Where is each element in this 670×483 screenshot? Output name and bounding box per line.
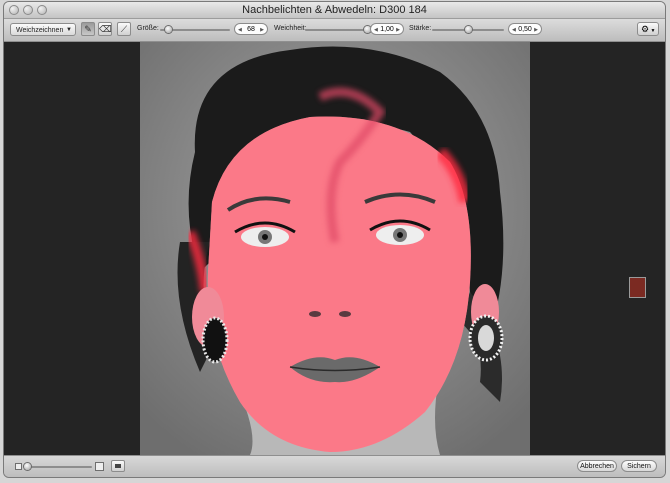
eraser-tool-button[interactable]: ⌫ — [98, 22, 112, 36]
feather-tool-button[interactable]: ⟋ — [117, 22, 131, 36]
softness-slider[interactable] — [305, 26, 371, 33]
bottom-bar: Abbrechen Sichern — [4, 455, 665, 477]
window-title: Nachbelichten & Abwedeln: D300 184 — [242, 4, 427, 16]
zoom-out-icon[interactable] — [15, 463, 22, 470]
navigator-marker[interactable] — [629, 277, 646, 298]
title-bar: Nachbelichten & Abwedeln: D300 184 — [4, 2, 665, 19]
brush-mode-value: Weichzeichnen — [16, 27, 64, 34]
brush-tool-icon: ✎ — [84, 24, 92, 34]
eraser-tool-icon: ⌫ — [99, 24, 112, 34]
image-canvas[interactable] — [4, 42, 665, 455]
portrait-image — [140, 42, 530, 455]
increment-icon[interactable]: ▶ — [260, 24, 264, 36]
softness-label: Weichheit: — [274, 25, 307, 32]
zoom-slider[interactable] — [24, 463, 92, 470]
increment-icon[interactable]: ▶ — [534, 24, 538, 36]
size-stepper[interactable]: ◀ 68 ▶ — [234, 23, 268, 35]
dodge-burn-window: Nachbelichten & Abwedeln: D300 184 Weich… — [4, 2, 665, 477]
chevron-down-icon: ▼ — [649, 28, 656, 34]
size-label: Größe: — [137, 25, 159, 32]
strength-stepper[interactable]: ◀ 0,50 ▶ — [508, 23, 542, 35]
save-button[interactable]: Sichern — [621, 460, 657, 472]
increment-icon[interactable]: ▶ — [396, 24, 400, 36]
zoom-slider-knob[interactable] — [24, 463, 31, 470]
size-slider-knob[interactable] — [165, 26, 172, 33]
chevron-down-icon: ▼ — [66, 27, 72, 33]
filmstrip-icon — [115, 464, 121, 468]
zoom-in-icon[interactable] — [95, 462, 104, 471]
strength-slider[interactable] — [432, 26, 504, 33]
photo-preview[interactable] — [140, 42, 530, 455]
size-slider[interactable] — [160, 26, 230, 33]
cancel-button[interactable]: Abbrechen — [577, 460, 617, 472]
feather-tool-icon: ⟋ — [120, 24, 128, 34]
filmstrip-button[interactable] — [111, 460, 125, 472]
strength-label: Stärke: — [409, 25, 432, 32]
brush-tool-button[interactable]: ✎ — [81, 22, 95, 36]
strength-slider-knob[interactable] — [465, 26, 472, 33]
toolbar: Weichzeichnen ▼ ✎ ⌫ ⟋ Größe: ◀ 68 ▶ Weic… — [4, 19, 665, 42]
action-menu-button[interactable]: ⚙ ▼ — [637, 22, 659, 36]
softness-stepper[interactable]: ◀ 1,00 ▶ — [370, 23, 404, 35]
gear-icon: ⚙ — [641, 24, 650, 34]
brush-mode-select[interactable]: Weichzeichnen ▼ — [10, 23, 76, 36]
